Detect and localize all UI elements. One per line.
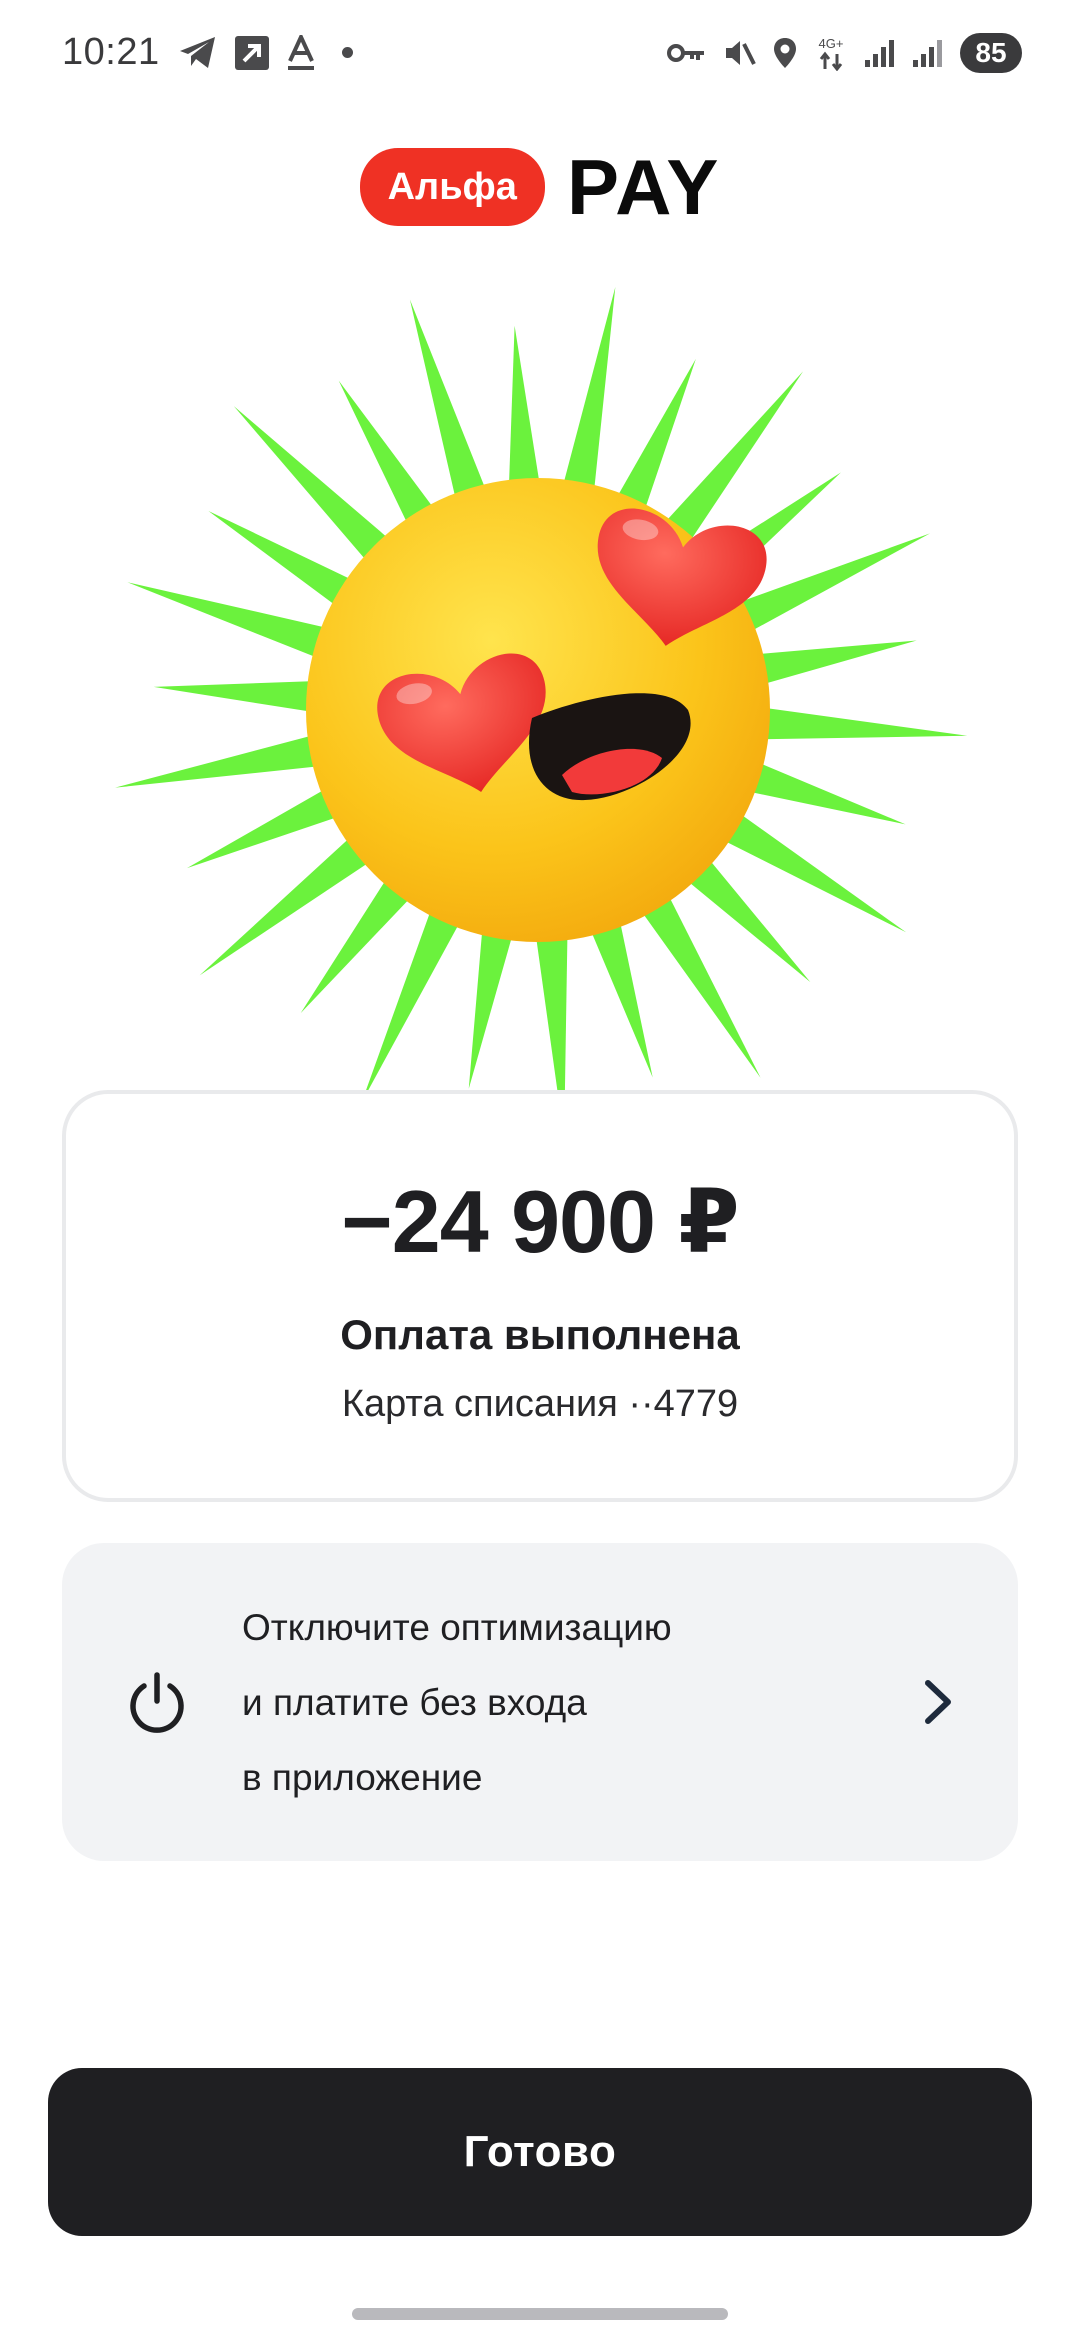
card-info: Карта списания ··4779 [341, 1383, 739, 1425]
vpn-key-icon [666, 41, 706, 65]
done-button[interactable]: Готово [48, 2068, 1032, 2236]
promo-line-2: и платите без входа [242, 1681, 587, 1723]
mute-icon [722, 36, 756, 70]
battery-optimization-banner[interactable]: Отключите оптимизацию и платите без вход… [62, 1543, 1018, 1861]
battery-indicator: 85 [960, 32, 1022, 73]
sun-ray [557, 287, 616, 513]
sun-ray [740, 704, 968, 740]
logo-pay-text: PAY [566, 143, 721, 231]
notification-dot-icon [341, 47, 353, 58]
signal-2-icon [912, 38, 944, 68]
telegram-icon [178, 35, 218, 71]
signal-1-icon [864, 38, 896, 68]
promo-line-1: Отключите оптимизацию [242, 1606, 672, 1648]
network-type-icon: 4G+ [814, 35, 848, 71]
power-icon [130, 1672, 184, 1733]
payment-result-card: −24 900 ₽ Оплата выполнена Карта списани… [62, 1090, 1018, 1502]
sun-ray [115, 729, 341, 788]
alfa-pay-logo: Альфа PAY [0, 148, 1080, 226]
promo-text: Отключите оптимизацию и платите без вход… [242, 1590, 918, 1815]
chevron-right-icon [925, 1680, 951, 1724]
home-indicator[interactable] [352, 2308, 728, 2320]
logo-badge: Альфа [359, 148, 545, 226]
status-time: 10:21 [62, 31, 160, 73]
network-type-label: 4G+ [819, 36, 844, 51]
external-arrow-icon [234, 35, 270, 71]
payment-success-screen: 10:21 4G+ 85 Альфа PAY −24 900 ₽ Оплата … [0, 0, 1080, 2340]
payment-status: Оплата выполнена [340, 1311, 740, 1358]
payment-amount: −24 900 ₽ [341, 1172, 739, 1271]
location-icon [772, 36, 798, 70]
status-bar: 10:21 4G+ 85 [0, 0, 1080, 105]
smiling-sun-illustration [115, 287, 968, 1130]
text-a-icon [286, 34, 316, 71]
promo-line-3: в приложение [242, 1756, 483, 1798]
